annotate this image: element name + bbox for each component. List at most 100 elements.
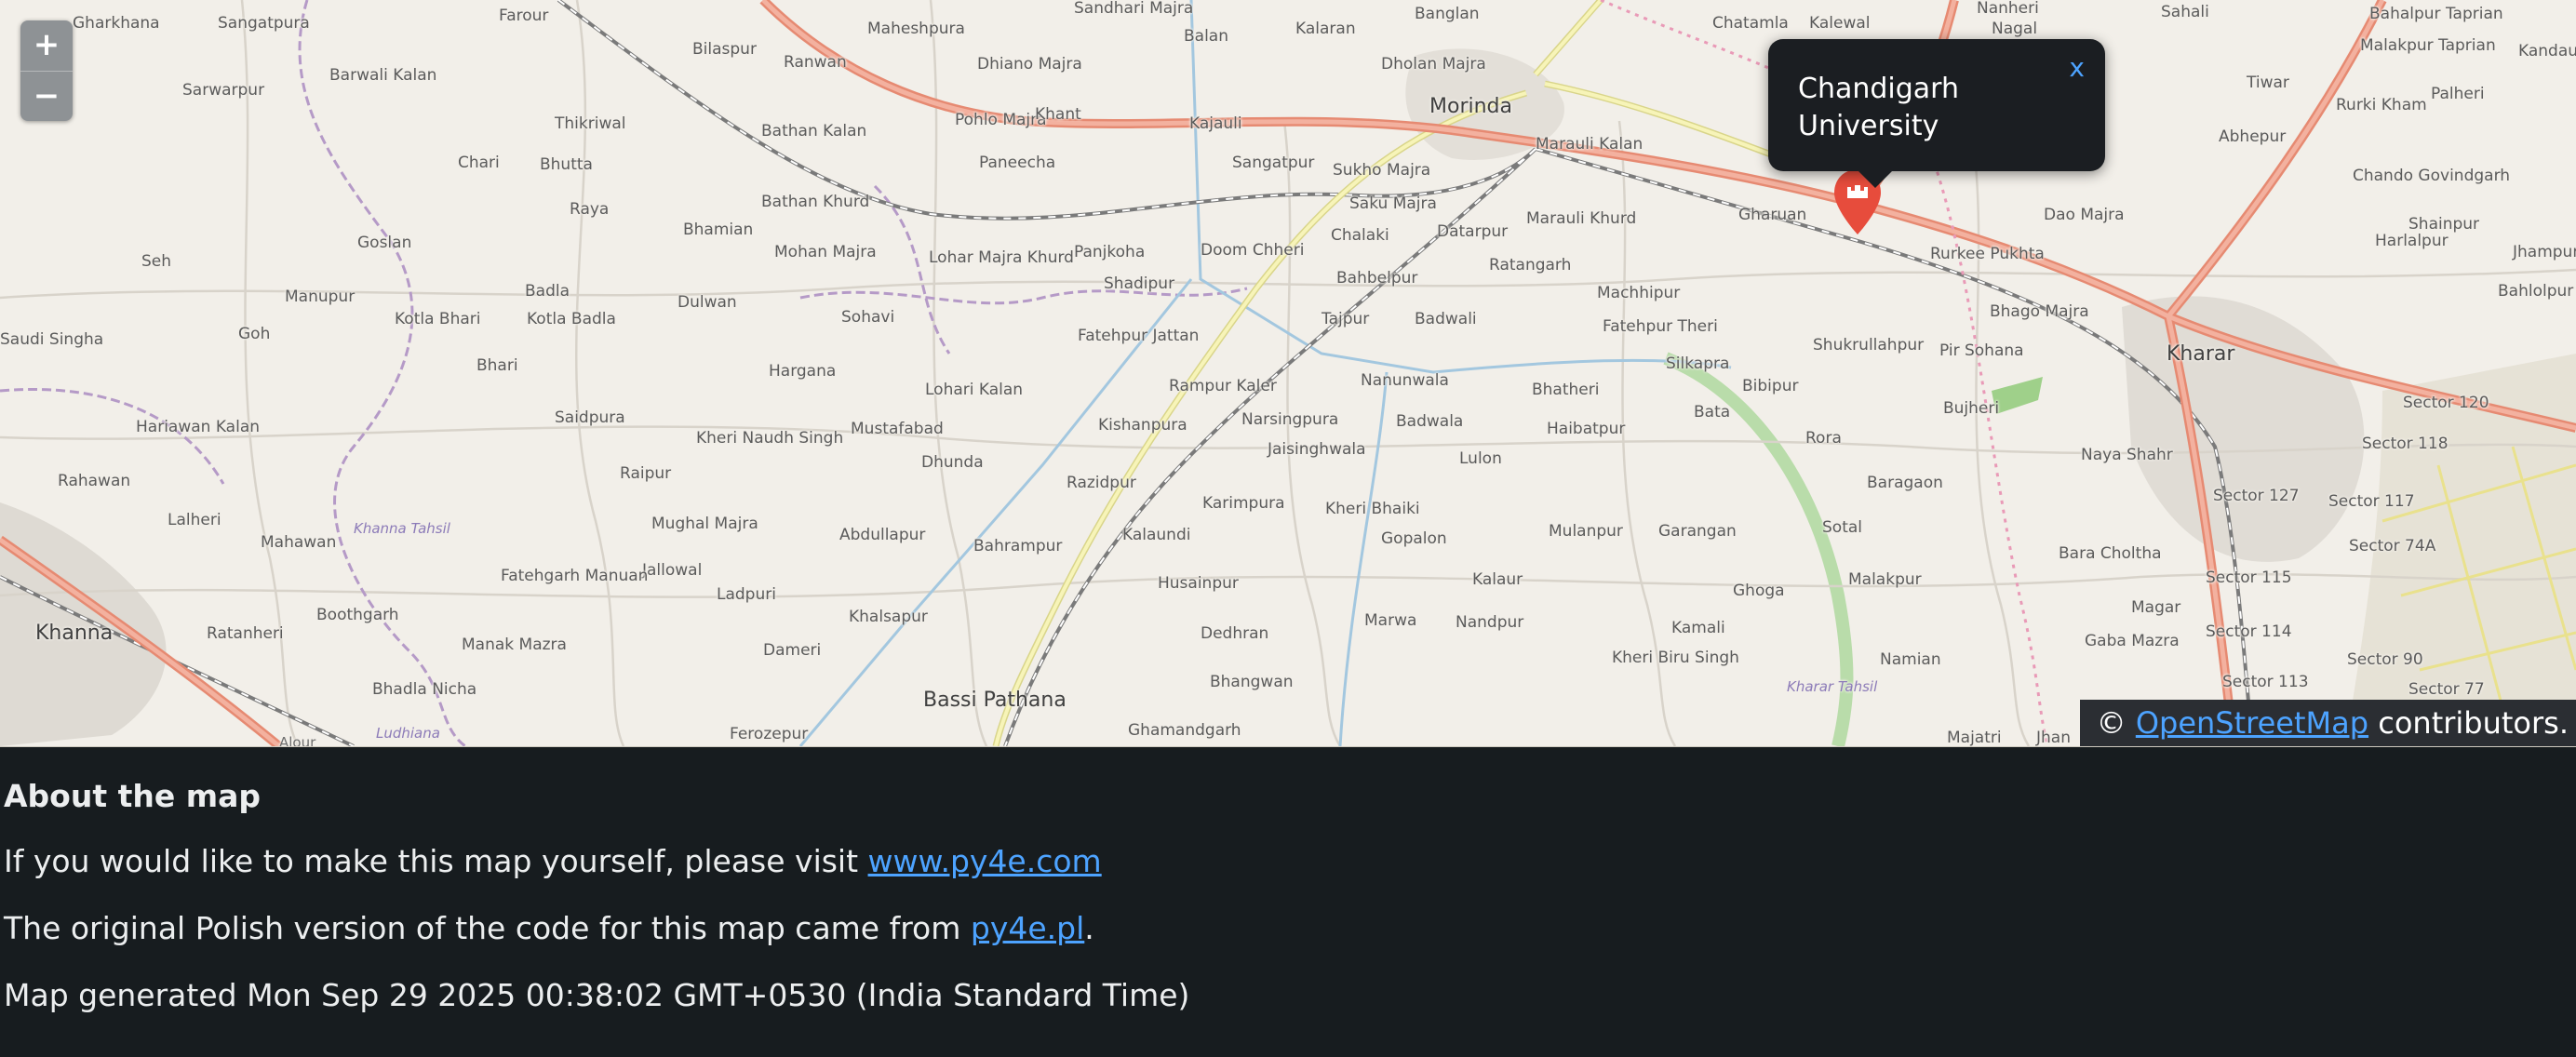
place-label: Kalaundi — [1122, 526, 1191, 544]
place-label: Kotla Badla — [527, 310, 616, 328]
place-label: Kamali — [1671, 619, 1725, 637]
popup-close-button[interactable]: x — [2069, 52, 2085, 83]
place-label: Tiwar — [2247, 74, 2289, 92]
place-label: Nanheri — [1977, 0, 2039, 18]
about-heading: About the map — [4, 778, 262, 814]
place-label: Boothgarh — [316, 606, 399, 624]
place-label: Paneecha — [979, 154, 1056, 172]
attribution-prefix: © — [2096, 705, 2136, 741]
place-label: Bujheri — [1943, 399, 2000, 418]
place-label: Saku Majra — [1349, 194, 1437, 213]
py4e-com-link[interactable]: www.py4e.com — [868, 843, 1102, 879]
place-label: Rampur Kaler — [1169, 377, 1277, 395]
place-label: Dhiano Majra — [977, 55, 1082, 74]
place-label: Sohavi — [841, 308, 895, 327]
place-label: Gaba Mazra — [2085, 632, 2180, 650]
place-label: Khalsapur — [849, 608, 928, 626]
place-label: Fatehpur Jattan — [1078, 327, 1200, 345]
place-label: Mustafabad — [851, 420, 944, 438]
map-generated-text: Map generated Mon Sep 29 2025 00:38:02 G… — [4, 977, 1190, 1013]
place-label: Naya Shahr — [2081, 446, 2173, 464]
place-label: Chari — [458, 154, 500, 172]
place-label: Khant — [1035, 105, 1081, 124]
place-label: Sector 115 — [2206, 569, 2292, 587]
place-label: Kalaran — [1295, 20, 1356, 38]
place-label: Kheri Bhaiki — [1325, 500, 1420, 518]
place-label: Morinda — [1429, 95, 1512, 118]
popup-tip — [1857, 169, 1894, 188]
place-label: Sector 127 — [2213, 487, 2300, 505]
zoom-out-button[interactable]: − — [20, 71, 73, 122]
place-label: Manupur — [285, 288, 356, 306]
map-attribution: © OpenStreetMap contributors. — [2079, 700, 2576, 746]
place-label: Lohar Majra Khurd — [929, 248, 1074, 267]
place-label: Rora — [1805, 429, 1842, 448]
map-tiles[interactable] — [0, 0, 2576, 746]
place-label: Sector 114 — [2206, 622, 2292, 641]
place-label: Hariawan Kalan — [136, 418, 261, 436]
place-label: Bhutta — [540, 155, 593, 174]
place-label: Shadipur — [1104, 274, 1175, 293]
place-label: Sarwarpur — [182, 81, 265, 100]
map-view[interactable]: Gharkhana Sangatpura Farour Maheshpura Sandh… — [0, 0, 2576, 747]
place-label: Bhago Majra — [1990, 302, 2089, 321]
place-label: Jaisinghwala — [1268, 440, 1366, 459]
about-line-1: If you would like to make this map yours… — [4, 843, 1102, 879]
green-patch — [1992, 377, 2043, 414]
openstreetmap-link[interactable]: OpenStreetMap — [2136, 705, 2368, 741]
place-label: Machhipur — [1597, 284, 1681, 302]
place-label: Bahbelpur — [1336, 269, 1418, 288]
place-label: Saudi Singha — [0, 330, 104, 349]
place-label: Seh — [141, 252, 172, 271]
place-label: Mahawan — [261, 533, 337, 552]
place-label: Kajauli — [1189, 114, 1242, 133]
place-label: Jhan — [2036, 729, 2071, 747]
place-label: Mohan Majra — [774, 243, 877, 261]
place-label: Ratangarh — [1489, 256, 1572, 274]
place-label: Fatehgarh Manuan — [501, 567, 649, 585]
place-label: Dhunda — [921, 453, 984, 472]
place-label: Banglan — [1415, 5, 1480, 23]
place-label: Ghamandgarh — [1128, 721, 1241, 740]
place-label: Badla — [525, 282, 570, 301]
place-label: Haibatpur — [1547, 420, 1626, 438]
place-label: Doom Chheri — [1201, 241, 1305, 260]
place-label: Bibipur — [1742, 377, 1799, 395]
place-label: Kharar — [2167, 342, 2235, 366]
place-label: Bathan Kalan — [761, 122, 867, 140]
marker-popup: x Chandigarh University — [1768, 39, 2105, 188]
zoom-in-button[interactable]: + — [20, 20, 73, 71]
place-label: Sukho Majra — [1333, 161, 1431, 180]
place-label: Badwala — [1396, 412, 1464, 431]
place-label: Abdullapur — [839, 526, 926, 544]
place-label: Kalaur — [1472, 570, 1523, 589]
place-label: Jallowal — [642, 561, 703, 580]
place-label: Baragaon — [1867, 474, 1943, 492]
place-label: Kheri Biru Singh — [1612, 649, 1739, 667]
place-label: Dao Majra — [2044, 206, 2125, 224]
place-label: Thikriwal — [555, 114, 626, 133]
place-label: Chatamla — [1712, 14, 1789, 33]
place-label: Rurki Kham — [2336, 96, 2427, 114]
about-line-2: The original Polish version of the code … — [4, 910, 1094, 946]
place-label: Ludhiana — [376, 725, 440, 742]
place-label: Ferozepur — [730, 725, 809, 743]
place-label: Marauli Khurd — [1526, 209, 1637, 228]
place-label: Sector 113 — [2222, 673, 2309, 691]
place-label: Gopalon — [1381, 529, 1447, 548]
place-label: Goh — [238, 325, 271, 343]
place-label: Bathan Khurd — [761, 193, 870, 211]
place-label: Ghoga — [1733, 582, 1785, 600]
place-label: Ranwan — [784, 53, 847, 72]
place-label: Hargana — [769, 362, 837, 381]
place-label: Maheshpura — [867, 20, 965, 38]
place-label: Majatri — [1947, 729, 2002, 747]
place-label: Sangatpur — [1232, 154, 1315, 172]
py4e-pl-link[interactable]: py4e.pl — [971, 910, 1084, 946]
attribution-suffix: contributors. — [2368, 705, 2569, 741]
place-label: Nandpur — [1456, 613, 1524, 632]
place-label: Kandauli — [2518, 42, 2576, 60]
place-label: Barwali Kalan — [329, 66, 437, 85]
place-label: Palheri — [2431, 85, 2485, 103]
place-label: Kheri Naudh Singh — [696, 429, 844, 448]
